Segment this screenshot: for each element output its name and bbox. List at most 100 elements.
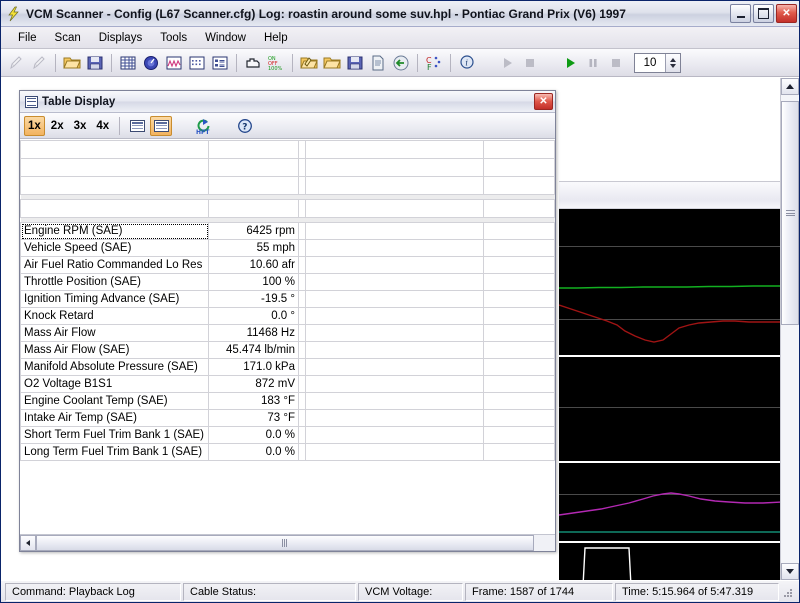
param-extra1: [305, 307, 484, 325]
open-folder-icon[interactable]: [61, 52, 83, 74]
table-row[interactable]: Knock Retard 0.0 °: [20, 307, 555, 325]
header-cell-blank[interactable]: [208, 158, 299, 177]
zoom-4x-button[interactable]: 4x: [92, 116, 113, 136]
play-gray-icon[interactable]: [496, 52, 518, 74]
table-horizontal-scrollbar[interactable]: [20, 534, 555, 551]
graph-panel-1[interactable]: [559, 209, 781, 357]
table-row[interactable]: Short Term Fuel Trim Bank 1 (SAE) 0.0 %: [20, 426, 555, 444]
spinner-arrows[interactable]: [665, 53, 680, 72]
table-row[interactable]: Mass Air Flow (SAE) 45.474 lb/min: [20, 341, 555, 359]
header-cell-blank[interactable]: [208, 176, 299, 195]
zoom-3x-button[interactable]: 3x: [70, 116, 91, 136]
edit-pencil-2-icon[interactable]: [28, 52, 50, 74]
chart-display-icon[interactable]: [163, 52, 185, 74]
param-extra1: [305, 375, 484, 393]
header-cell-blank[interactable]: [483, 158, 555, 177]
table-row[interactable]: Engine RPM (SAE) 6425 rpm: [20, 222, 555, 240]
param-value: 0.0 °: [208, 307, 299, 325]
menu-scan[interactable]: Scan: [46, 30, 90, 46]
column-gap: [298, 222, 306, 240]
table-row[interactable]: Manifold Absolute Pressure (SAE) 171.0 k…: [20, 358, 555, 376]
edit-pencil-1-icon[interactable]: [5, 52, 27, 74]
main-toolbar: ON OFF 100% CF i 10: [1, 49, 799, 77]
list-display-icon[interactable]: [209, 52, 231, 74]
vscroll-track[interactable]: [781, 95, 799, 563]
header-cell-blank[interactable]: [20, 176, 209, 195]
info-icon[interactable]: i: [456, 52, 478, 74]
param-extra2: [483, 358, 555, 376]
param-value: 183 °F: [208, 392, 299, 410]
table-row[interactable]: Long Term Fuel Trim Bank 1 (SAE) 0.0 %: [20, 443, 555, 461]
header-cell-blank[interactable]: [305, 176, 484, 195]
header-cell-name[interactable]: [20, 140, 209, 159]
table-row[interactable]: Ignition Timing Advance (SAE) -19.5 °: [20, 290, 555, 308]
mdi-client-area: Table Display ✕ 1x 2x 3x 4x HPT ? Engine…: [1, 77, 799, 580]
layout-rows-icon[interactable]: [150, 115, 173, 136]
gauge-display-icon[interactable]: [140, 52, 162, 74]
menu-window[interactable]: Window: [196, 30, 255, 46]
table-row[interactable]: Mass Air Flow 11468 Hz: [20, 324, 555, 342]
open-log-icon[interactable]: [298, 52, 320, 74]
header-cell-value[interactable]: [208, 140, 299, 159]
table-display-icon[interactable]: [117, 52, 139, 74]
help-question-icon[interactable]: ?: [234, 115, 256, 137]
vscroll-thumb[interactable]: [781, 101, 799, 325]
header-cell-extra1[interactable]: [305, 140, 484, 159]
header-cell-blank[interactable]: [305, 158, 484, 177]
table-row[interactable]: O2 Voltage B1S1 872 mV: [20, 375, 555, 393]
graph-panel-4[interactable]: [559, 543, 781, 580]
grid-display-icon[interactable]: [186, 52, 208, 74]
toolbar-separator: [417, 53, 418, 72]
table-row[interactable]: Vehicle Speed (SAE) 55 mph: [20, 239, 555, 257]
temperature-units-icon[interactable]: CF: [423, 52, 445, 74]
hpt-refresh-icon[interactable]: HPT: [192, 115, 214, 137]
close-button[interactable]: ✕: [776, 4, 797, 23]
table-row[interactable]: Throttle Position (SAE) 100 %: [20, 273, 555, 291]
table-row[interactable]: Engine Coolant Temp (SAE) 183 °F: [20, 392, 555, 410]
stop-gray-icon[interactable]: [519, 52, 541, 74]
param-extra2: [483, 443, 555, 461]
frame-step-spinner[interactable]: 10: [634, 52, 681, 73]
menu-displays[interactable]: Displays: [90, 30, 151, 46]
scroll-left-button[interactable]: [20, 535, 36, 551]
save-log-icon[interactable]: [344, 52, 366, 74]
stop-icon[interactable]: [605, 52, 627, 74]
graph-panel-2[interactable]: [559, 357, 781, 463]
menu-file[interactable]: File: [9, 30, 46, 46]
toolbar-separator: [111, 53, 112, 72]
engine-icon[interactable]: [242, 52, 264, 74]
on-off-100-icon[interactable]: ON OFF 100%: [265, 52, 287, 74]
graph-panel-3[interactable]: [559, 463, 781, 543]
layout-split-icon[interactable]: [126, 116, 148, 136]
svg-text:?: ?: [242, 122, 247, 132]
resize-grip-icon[interactable]: [781, 586, 795, 600]
scroll-down-button[interactable]: [781, 563, 799, 580]
menu-tools[interactable]: Tools: [151, 30, 196, 46]
header-cell-blank[interactable]: [483, 199, 555, 218]
table-row[interactable]: Intake Air Temp (SAE) 73 °F: [20, 409, 555, 427]
main-vertical-scrollbar[interactable]: [780, 78, 799, 580]
header-cell-blank[interactable]: [20, 158, 209, 177]
save-disk-icon[interactable]: [84, 52, 106, 74]
header-cell-blank[interactable]: [208, 199, 299, 218]
table-display-close-button[interactable]: ✕: [534, 93, 553, 110]
maximize-button[interactable]: [753, 4, 774, 23]
header-cell-blank[interactable]: [20, 199, 209, 218]
hscroll-thumb[interactable]: [36, 535, 535, 551]
header-cell-blank[interactable]: [483, 176, 555, 195]
header-cell-blank[interactable]: [305, 199, 484, 218]
hscroll-track[interactable]: [36, 535, 555, 551]
param-extra1: [305, 392, 484, 410]
menu-help[interactable]: Help: [255, 30, 297, 46]
pause-icon[interactable]: [582, 52, 604, 74]
report-icon[interactable]: [367, 52, 389, 74]
play-green-icon[interactable]: [559, 52, 581, 74]
export-icon[interactable]: [390, 52, 412, 74]
scroll-up-button[interactable]: [781, 78, 799, 95]
zoom-2x-button[interactable]: 2x: [47, 116, 68, 136]
folder-icon[interactable]: [321, 52, 343, 74]
minimize-button[interactable]: [730, 4, 751, 23]
table-row[interactable]: Air Fuel Ratio Commanded Lo Res 10.60 af…: [20, 256, 555, 274]
zoom-1x-button[interactable]: 1x: [24, 115, 45, 136]
header-cell-extra2[interactable]: [483, 140, 555, 159]
